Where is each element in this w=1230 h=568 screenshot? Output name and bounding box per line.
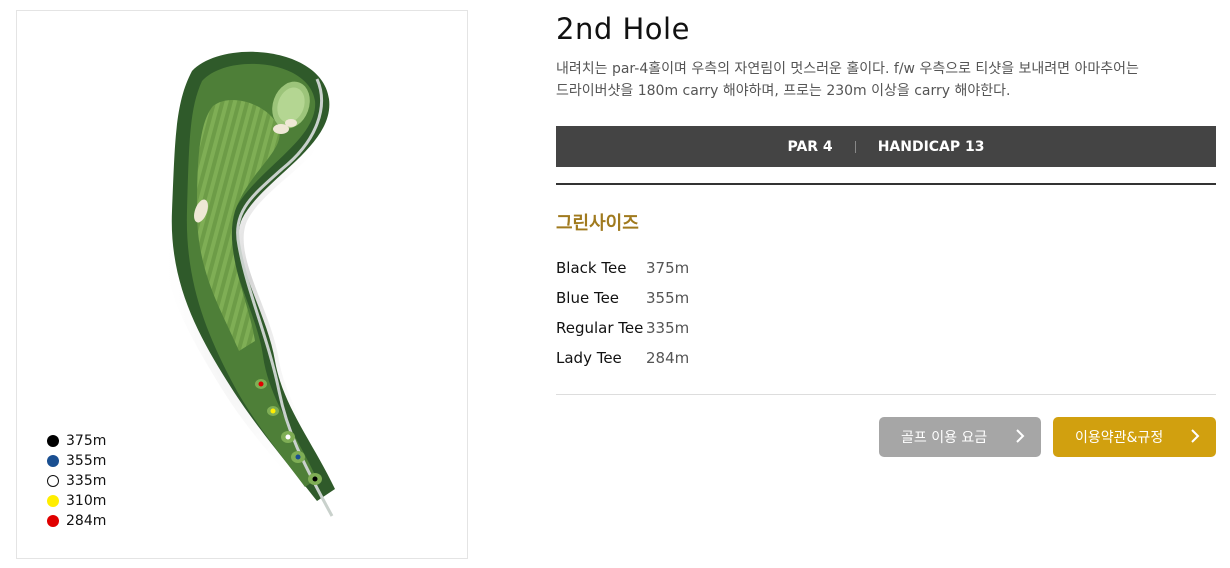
legend-item: 335m — [47, 471, 106, 491]
legend-dot-icon — [47, 435, 59, 447]
chevron-right-icon — [1015, 428, 1025, 447]
hole-map-panel: 375m 355m 335m 310m 284m — [16, 10, 468, 559]
legend-label: 310m — [66, 493, 107, 509]
legend-dot-icon — [47, 455, 59, 467]
golf-fee-button[interactable]: 골프 이용 요금 — [879, 417, 1041, 457]
tee-name: Regular Tee — [556, 319, 644, 337]
tee-distance-list: Black Tee 375m Blue Tee 355m Regular Tee… — [556, 253, 1216, 373]
legend-dot-icon — [47, 515, 59, 527]
handicap-label: HANDICAP 13 — [877, 138, 985, 155]
list-item: Lady Tee 284m — [556, 343, 1216, 373]
legend-item: 375m — [47, 431, 106, 451]
hole-title: 2nd Hole — [556, 12, 690, 46]
par-handicap-bar: PAR 4 HANDICAP 13 — [556, 126, 1216, 167]
legend-item: 284m — [47, 511, 106, 531]
golf-fee-button-label: 골프 이용 요금 — [901, 430, 988, 446]
tee-name: Black Tee — [556, 259, 627, 277]
description-line: 드라이버샷을 180m carry 해야하며, 프로는 230m 이상을 car… — [556, 83, 1011, 99]
tee-legend: 375m 355m 335m 310m 284m — [47, 431, 106, 531]
legend-item: 310m — [47, 491, 106, 511]
tee-distance: 284m — [646, 349, 690, 367]
divider — [556, 183, 1216, 185]
legend-label: 355m — [66, 453, 107, 469]
tee-distance: 335m — [646, 319, 690, 337]
divider — [556, 394, 1216, 395]
legend-item: 355m — [47, 451, 106, 471]
chevron-right-icon — [1190, 428, 1200, 447]
legend-dot-icon — [47, 495, 59, 507]
hole-info: 2nd Hole 내려치는 par-4홀이며 우측의 자연림이 멋스러운 홀이다… — [556, 10, 1216, 457]
terms-rules-button[interactable]: 이용약관&규정 — [1053, 417, 1216, 457]
list-item: Blue Tee 355m — [556, 283, 1216, 313]
action-buttons: 골프 이용 요금 이용약관&규정 — [879, 417, 1216, 457]
list-item: Regular Tee 335m — [556, 313, 1216, 343]
tee-distance: 355m — [646, 289, 690, 307]
list-item: Black Tee 375m — [556, 253, 1216, 283]
tee-name: Blue Tee — [556, 289, 620, 307]
description-line: 내려치는 par-4홀이며 우측의 자연림이 멋스러운 홀이다. f/w 우측으… — [556, 61, 1139, 77]
hole-description: 내려치는 par-4홀이며 우측의 자연림이 멋스러운 홀이다. f/w 우측으… — [556, 58, 1216, 102]
legend-label: 284m — [66, 513, 107, 529]
legend-label: 335m — [66, 473, 107, 489]
par-label: PAR 4 — [787, 138, 833, 155]
legend-label: 375m — [66, 433, 107, 449]
tee-distance: 375m — [646, 259, 690, 277]
terms-rules-button-label: 이용약관&규정 — [1075, 430, 1164, 446]
legend-dot-icon — [47, 475, 59, 487]
green-size-title: 그린사이즈 — [556, 213, 639, 234]
tee-name: Lady Tee — [556, 349, 622, 367]
divider — [854, 140, 856, 153]
